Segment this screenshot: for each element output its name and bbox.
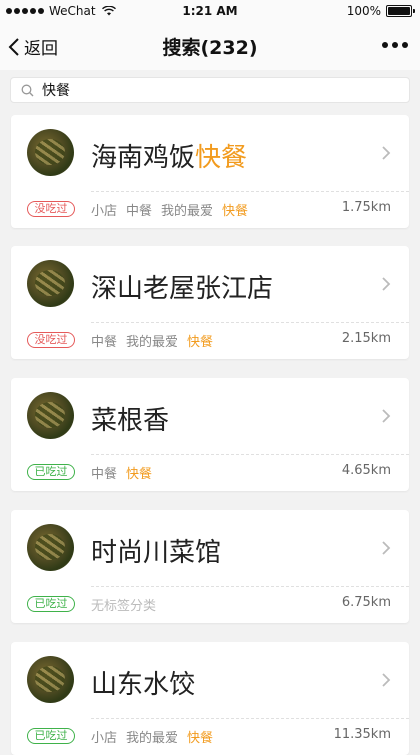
restaurant-name: 时尚川菜馆 [91, 532, 221, 569]
restaurant-name-text: 海南鸡饭 [91, 143, 196, 173]
nav-bar: 返回 搜索(232) [0, 24, 420, 70]
card-divider [91, 718, 409, 719]
result-card[interactable]: 深山老屋张江店 没吃过 中餐 我的最爱 快餐 2.15km [11, 246, 409, 359]
card-divider [91, 191, 409, 192]
distance-label: 2.15km [341, 331, 391, 346]
tag-label: 我的最爱 [126, 731, 179, 746]
restaurant-avatar [27, 656, 74, 703]
tag-highlight: 快餐 [126, 467, 153, 482]
battery-group: 100% [346, 4, 415, 18]
card-divider [91, 586, 409, 587]
search-box[interactable] [10, 77, 410, 103]
status-badge: 已吃过 [27, 728, 75, 744]
status-badge: 没吃过 [27, 332, 75, 348]
chevron-right-icon [382, 409, 391, 423]
tag-label: 中餐 [126, 204, 153, 219]
tag-label: 我的最爱 [161, 204, 214, 219]
tag-label: 无标签分类 [91, 599, 157, 614]
battery-percent: 100% [346, 4, 381, 18]
search-input[interactable] [42, 82, 382, 98]
restaurant-avatar [27, 524, 74, 571]
card-divider [91, 322, 409, 323]
restaurant-name: 山东水饺 [91, 664, 195, 701]
distance-label: 6.75km [341, 595, 391, 610]
tag-label: 小店 [91, 731, 118, 746]
more-icon[interactable] [382, 42, 408, 48]
tag-highlight: 快餐 [222, 204, 249, 219]
status-badge: 没吃过 [27, 201, 75, 217]
restaurant-name-text: 山东水饺 [91, 670, 196, 700]
distance-label: 11.35km [333, 727, 391, 742]
tag-highlight: 快餐 [187, 731, 214, 746]
search-icon [21, 84, 34, 96]
tag-label: 中餐 [91, 335, 118, 350]
status-badge: 已吃过 [27, 596, 75, 612]
tag-list: 中餐 我的最爱 快餐 [91, 331, 213, 350]
tag-label: 小店 [91, 204, 118, 219]
search-bar [0, 70, 420, 108]
restaurant-name-text: 深山老屋张江店 [91, 274, 274, 304]
status-badge: 已吃过 [27, 464, 75, 480]
tag-label: 我的最爱 [126, 335, 179, 350]
tag-list: 小店 中餐 我的最爱 快餐 [91, 200, 248, 219]
battery-icon [386, 5, 415, 17]
restaurant-name: 深山老屋张江店 [91, 268, 273, 305]
result-card[interactable]: 菜根香 已吃过 中餐 快餐 4.65km [11, 378, 409, 491]
battery-fill [388, 7, 410, 15]
distance-label: 1.75km [341, 200, 391, 215]
restaurant-name-highlight: 快餐 [195, 143, 248, 173]
tag-list: 中餐 快餐 [91, 463, 152, 482]
result-card[interactable]: 时尚川菜馆 已吃过 无标签分类 6.75km [11, 510, 409, 623]
tag-list: 无标签分类 [91, 595, 156, 614]
restaurant-name: 菜根香 [91, 400, 169, 437]
chevron-right-icon [382, 146, 391, 160]
chevron-right-icon [382, 541, 391, 555]
chevron-right-icon [382, 673, 391, 687]
tag-label: 中餐 [91, 467, 118, 482]
status-bar: WeChat 1:21 AM 100% [0, 0, 420, 24]
result-card[interactable]: 海南鸡饭快餐 没吃过 小店 中餐 我的最爱 快餐 1.75km [11, 115, 409, 228]
restaurant-avatar [27, 392, 74, 439]
result-card[interactable]: 山东水饺 已吃过 小店 我的最爱 快餐 11.35km [11, 642, 409, 755]
restaurant-name-text: 菜根香 [91, 406, 170, 436]
card-divider [91, 454, 409, 455]
page-title: 搜索(232) [162, 37, 258, 59]
tag-list: 小店 我的最爱 快餐 [91, 727, 213, 746]
restaurant-name-text: 时尚川菜馆 [91, 538, 222, 568]
restaurant-avatar [27, 260, 74, 307]
chevron-right-icon [382, 277, 391, 291]
restaurant-name: 海南鸡饭快餐 [91, 137, 247, 174]
distance-label: 4.65km [341, 463, 391, 478]
tag-highlight: 快餐 [187, 335, 214, 350]
restaurant-avatar [27, 129, 74, 176]
